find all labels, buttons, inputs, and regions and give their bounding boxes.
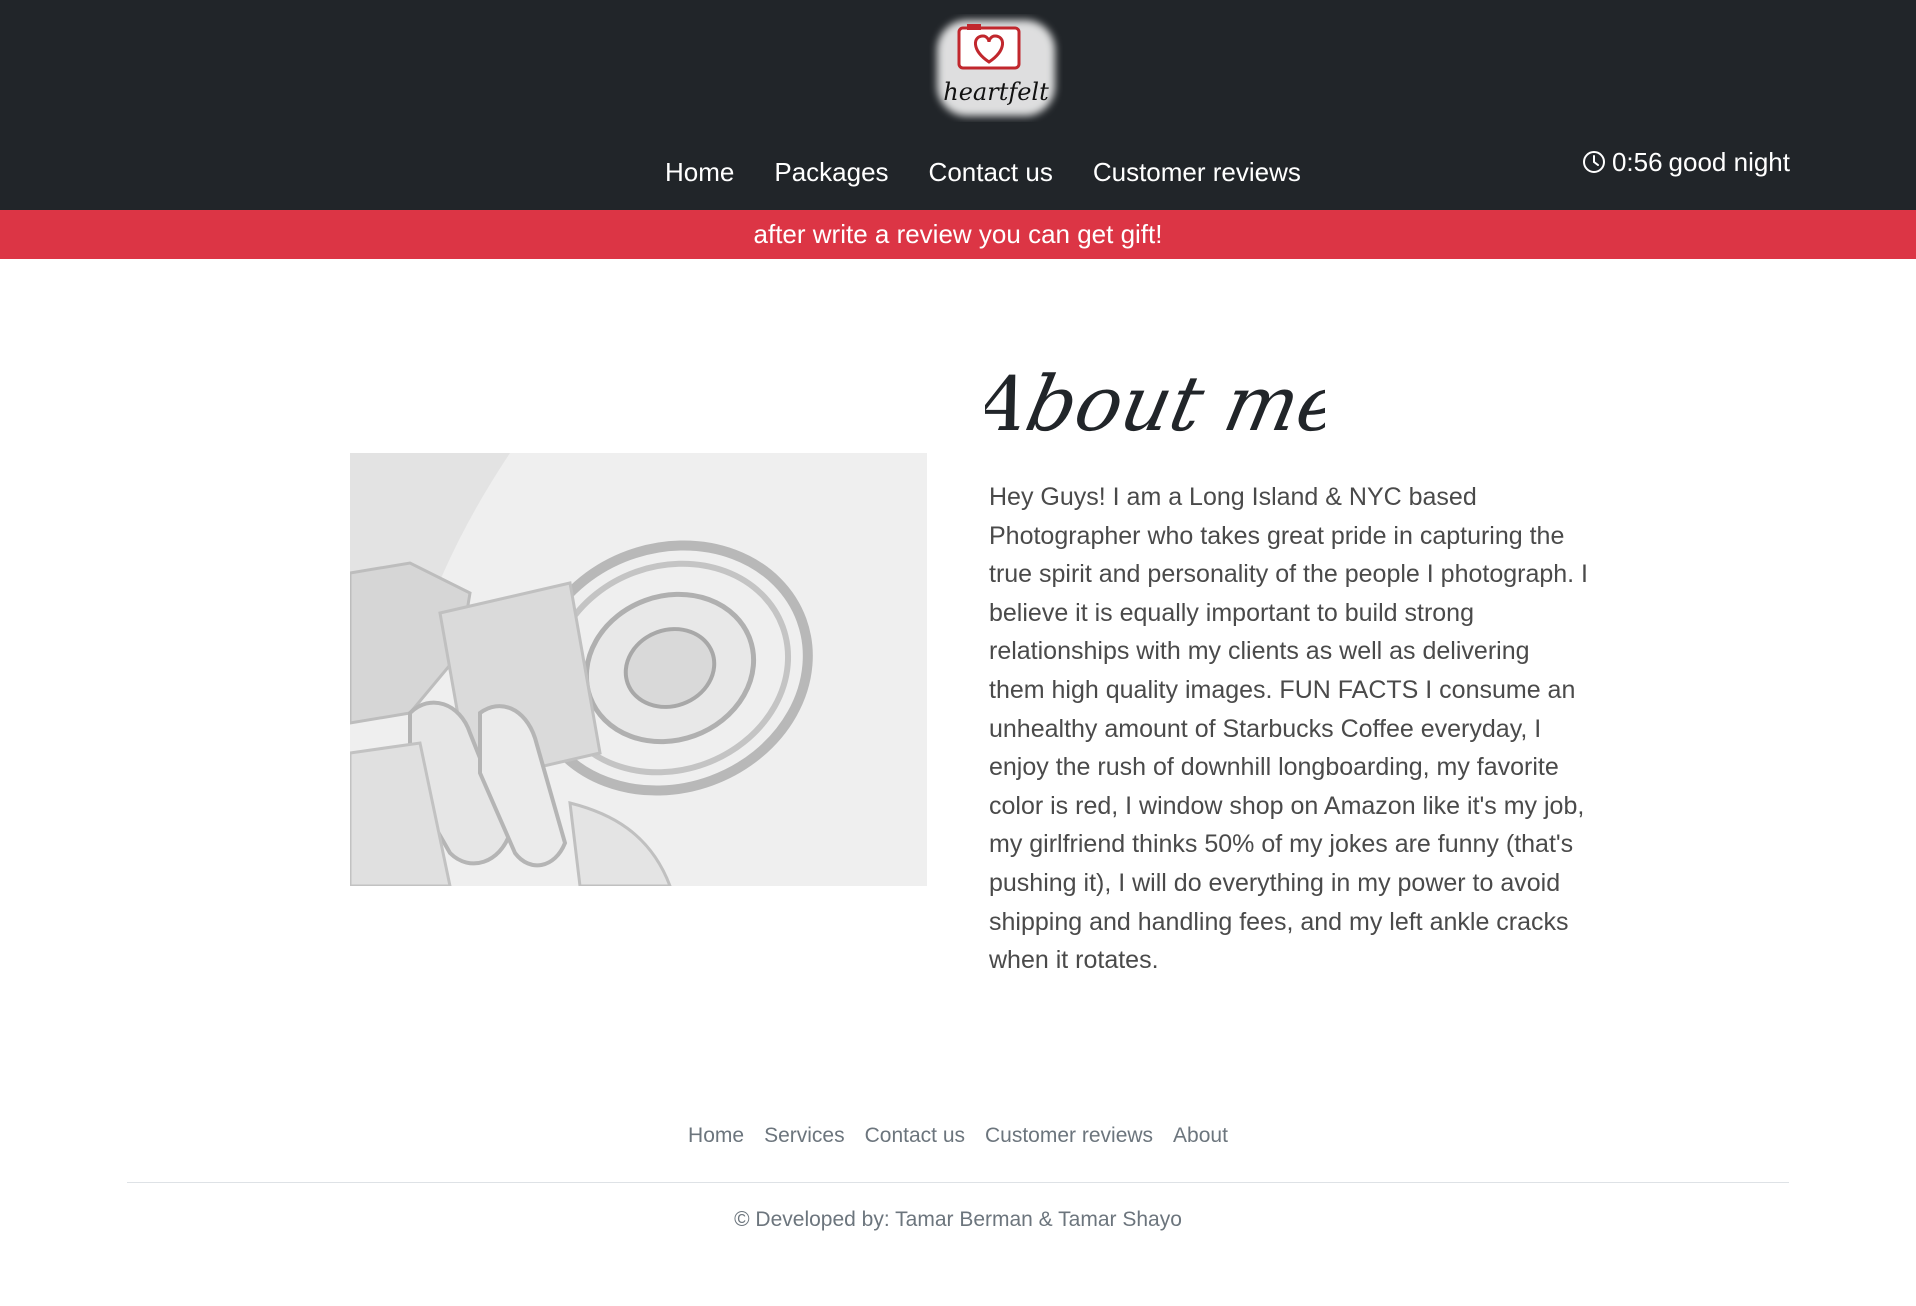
nav-packages[interactable]: Packages: [754, 148, 908, 196]
nav-customer-reviews[interactable]: Customer reviews: [1073, 148, 1321, 196]
promo-banner: after write a review you can get gift!: [0, 210, 1916, 259]
site-header: heartfelt Home Packages Contact us Custo…: [0, 0, 1916, 210]
footer-nav: Home Services Contact us Customer review…: [0, 1118, 1916, 1154]
about-title: About me -: [958, 330, 1402, 470]
footer-link-home[interactable]: Home: [678, 1118, 754, 1154]
copyright-text: © Developed by: Tamar Berman & Tamar Sha…: [734, 1208, 1182, 1231]
camera-photo-graphic: [350, 453, 927, 886]
footer-divider: [127, 1182, 1789, 1183]
footer-link-services[interactable]: Services: [754, 1118, 855, 1154]
footer-link-customer-reviews[interactable]: Customer reviews: [975, 1118, 1163, 1154]
heartfelt-logo[interactable]: heartfelt: [929, 14, 1063, 122]
clock-greeting: 0:56 good night: [1582, 142, 1790, 182]
clock-icon: [1582, 151, 1605, 173]
about-title-script: About me -: [958, 361, 1402, 449]
footer-link-about[interactable]: About: [1163, 1118, 1238, 1154]
about-title-text: About me -: [985, 361, 1325, 449]
about-paragraph: Hey Guys! I am a Long Island & NYC based…: [989, 483, 1588, 975]
footer-link-contact-us[interactable]: Contact us: [855, 1118, 975, 1154]
heartfelt-logo-graphic: heartfelt: [937, 20, 1055, 116]
logo-wordmark: heartfelt: [943, 78, 1049, 106]
nav-home[interactable]: Home: [645, 148, 754, 196]
clock-greeting-text: good night: [1668, 147, 1790, 177]
photographer-image: [350, 453, 927, 886]
nav-contact-us[interactable]: Contact us: [909, 148, 1073, 196]
clock-time: 0:56: [1611, 147, 1663, 177]
